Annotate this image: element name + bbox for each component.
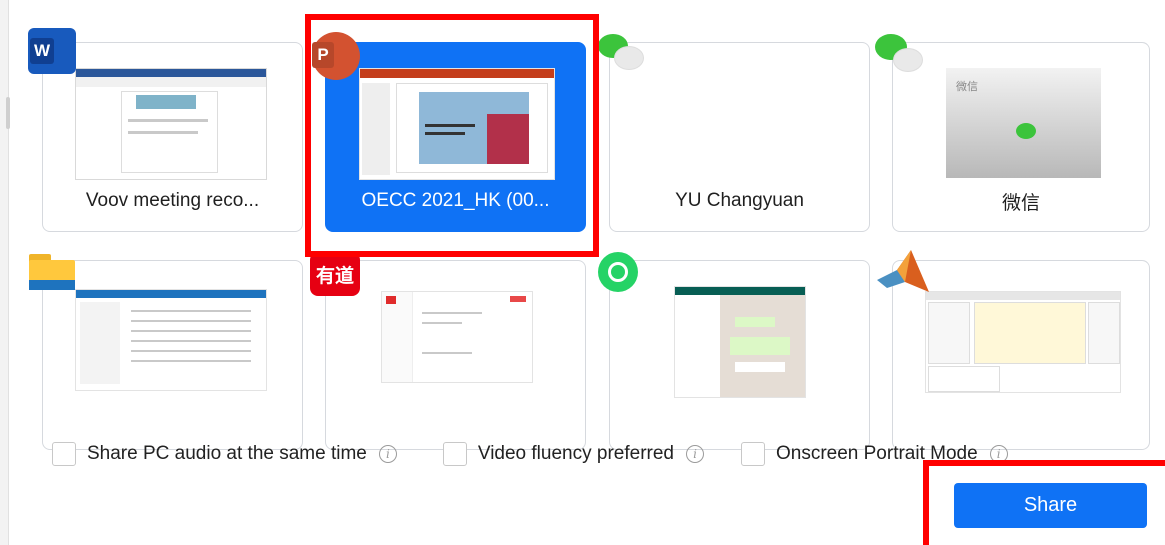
window-card-word[interactable]: Voov meeting reco... xyxy=(42,42,303,232)
wechat-thumb-title: 微信 xyxy=(956,81,978,93)
share-audio-option[interactable]: Share PC audio at the same time xyxy=(52,442,367,466)
window-card-powerpoint[interactable]: OECC 2021_HK (00... xyxy=(325,42,586,232)
window-label: Voov meeting reco... xyxy=(85,190,260,211)
info-icon[interactable]: i xyxy=(685,445,704,463)
video-fluency-label: Video fluency preferred xyxy=(477,443,674,464)
share-audio-checkbox[interactable] xyxy=(52,442,76,466)
info-icon[interactable]: i xyxy=(378,445,397,463)
word-icon: W xyxy=(28,28,76,74)
left-edge-panel xyxy=(0,0,10,545)
youdao-icon: 有道 xyxy=(310,252,360,296)
word-letter: W xyxy=(30,38,54,64)
portrait-mode-option[interactable]: Onscreen Portrait Mode xyxy=(740,442,978,466)
share-button[interactable]: Share xyxy=(954,483,1147,528)
matlab-icon xyxy=(875,248,931,294)
video-fluency-checkbox[interactable] xyxy=(442,442,467,466)
window-label: YU Changyuan xyxy=(675,190,804,211)
window-thumbnail: 微信 xyxy=(946,68,1101,178)
window-label: 微信 xyxy=(1001,192,1040,214)
window-thumbnail xyxy=(75,289,267,391)
window-thumbnail xyxy=(925,291,1121,393)
share-options: Share PC audio at the same time i Video … xyxy=(52,440,1008,468)
window-card-whatsapp[interactable] xyxy=(609,260,870,450)
powerpoint-icon: P xyxy=(312,32,360,80)
window-thumbnail xyxy=(381,291,533,383)
scroll-handle[interactable] xyxy=(6,97,10,129)
whatsapp-icon xyxy=(598,252,638,292)
wechat-icon xyxy=(596,30,646,76)
portrait-mode-checkbox[interactable] xyxy=(740,442,765,466)
window-thumbnail xyxy=(359,68,555,180)
window-thumbnail xyxy=(75,68,267,180)
window-thumbnail xyxy=(674,286,806,398)
window-card-youdao[interactable] xyxy=(325,260,586,450)
window-card-wechat-chat[interactable]: YU Changyuan xyxy=(609,42,870,232)
info-icon[interactable]: i xyxy=(989,445,1008,463)
file-explorer-icon xyxy=(29,250,77,290)
ppt-letter: P xyxy=(312,42,334,68)
youdao-label: 有道 xyxy=(315,265,354,287)
portrait-mode-label: Onscreen Portrait Mode xyxy=(775,443,978,464)
wechat-icon xyxy=(873,30,925,78)
window-card-wechat[interactable]: 微信 微信 xyxy=(892,42,1150,232)
video-fluency-option[interactable]: Video fluency preferred xyxy=(442,442,674,466)
window-label: OECC 2021_HK (00... xyxy=(361,190,550,211)
window-card-file-explorer[interactable] xyxy=(42,260,303,450)
share-audio-label: Share PC audio at the same time xyxy=(87,443,367,464)
